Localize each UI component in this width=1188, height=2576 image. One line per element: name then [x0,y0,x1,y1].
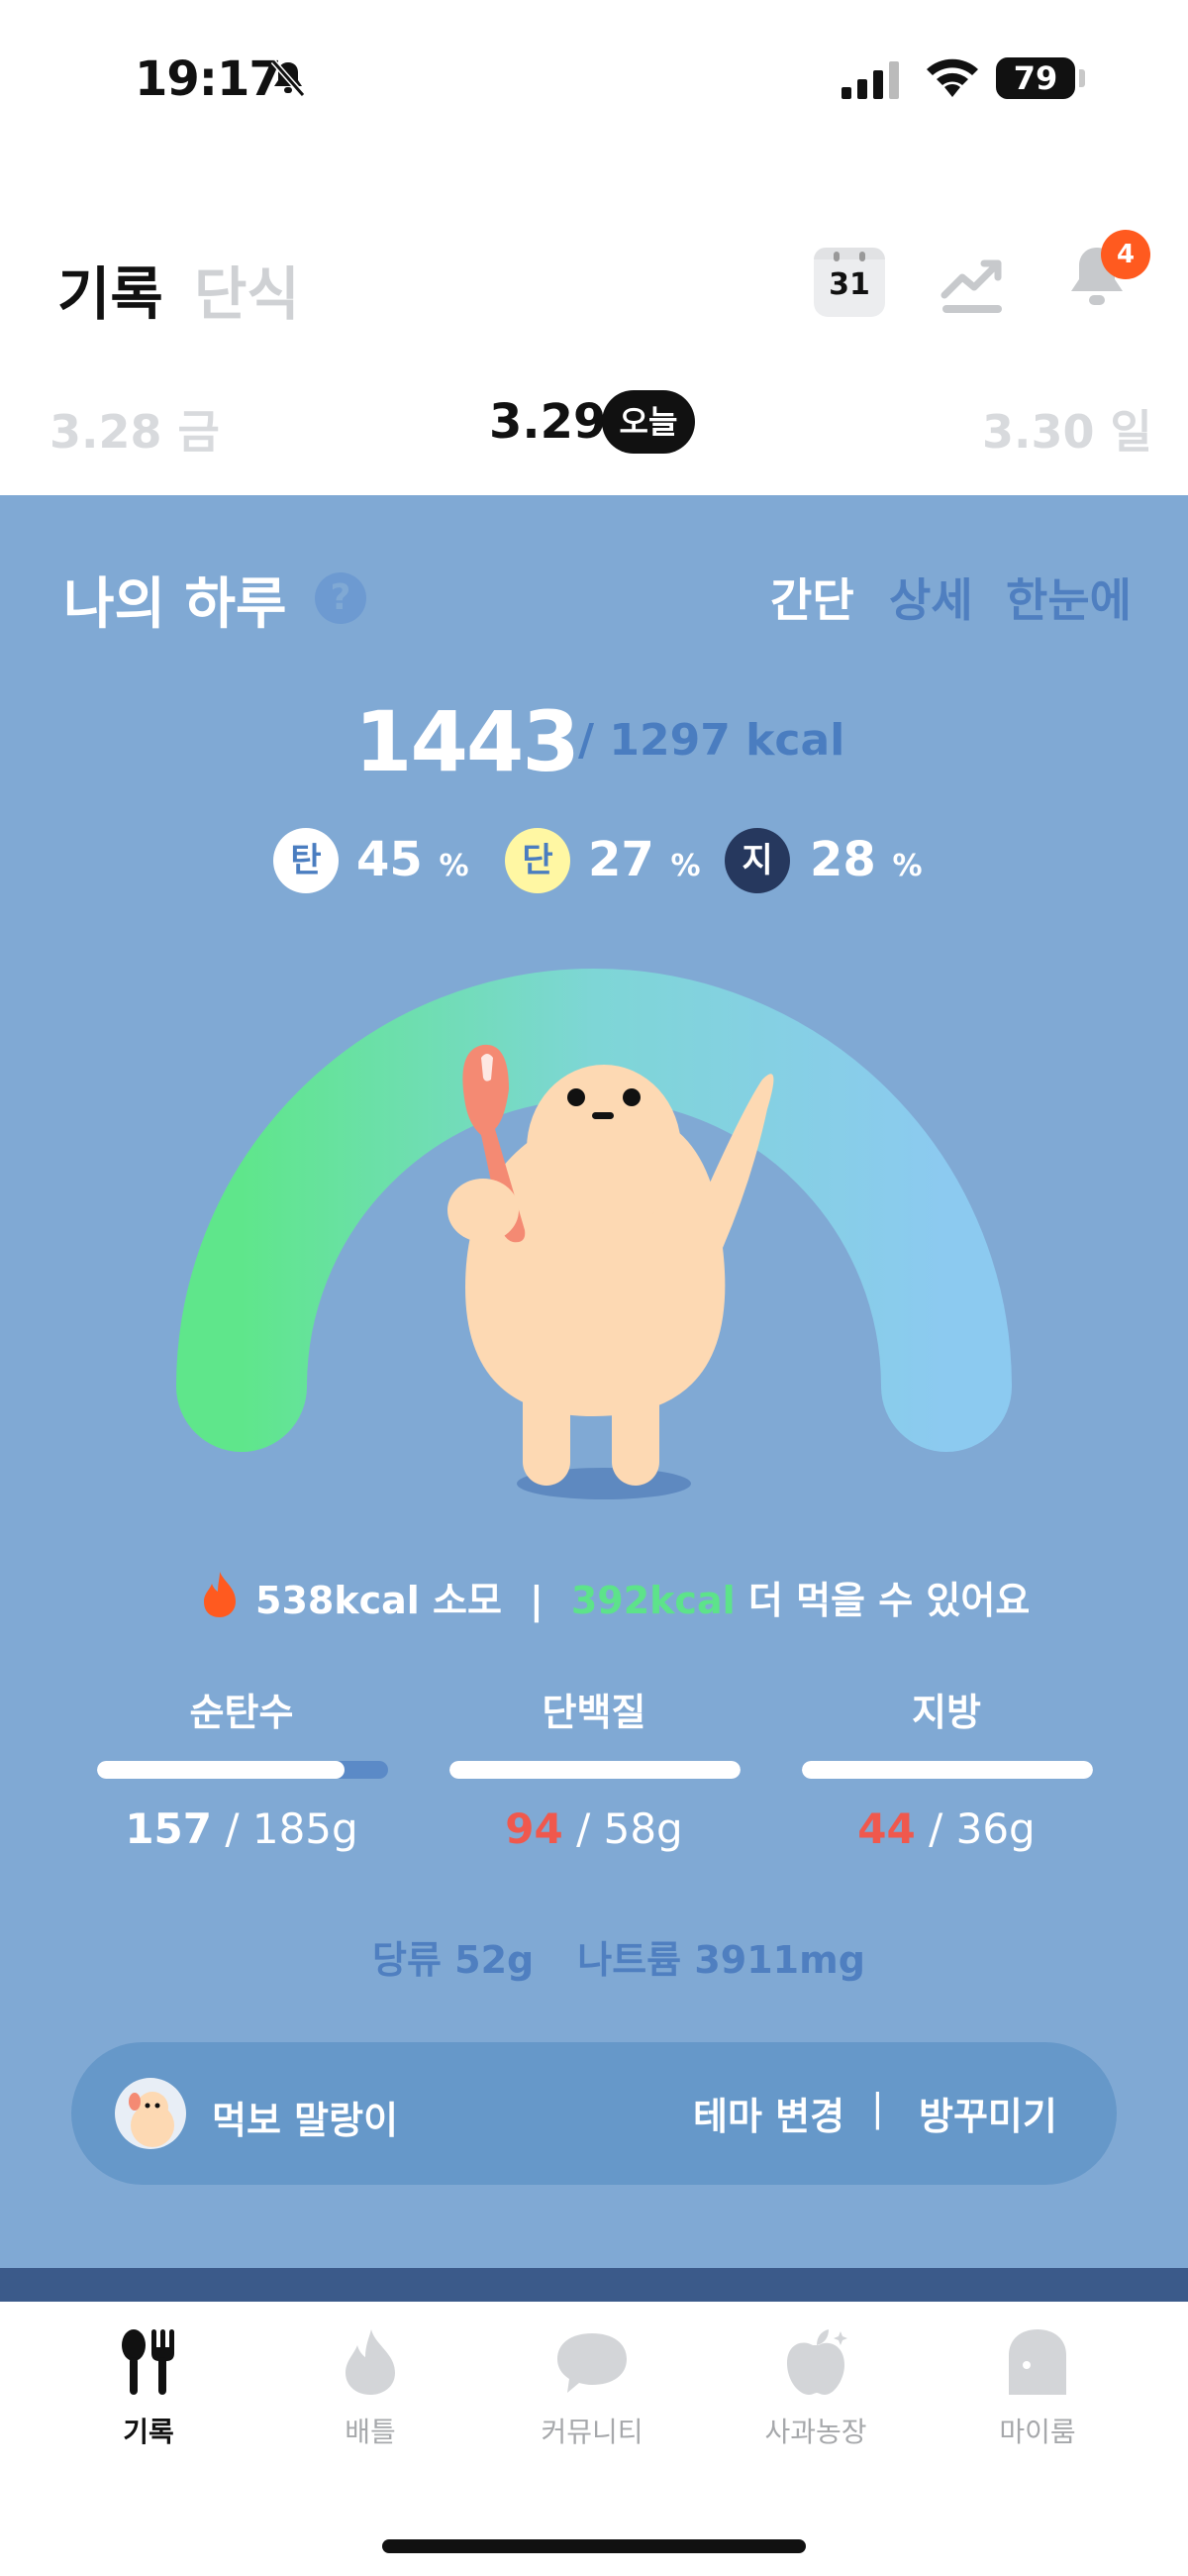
card-bottom-border [0,2268,1188,2302]
status-bar: 19:17 79 [0,0,1188,158]
help-icon[interactable]: ? [315,572,366,624]
theme-separator: | [871,2086,884,2129]
view-glance-tab[interactable]: 한눈에 [1006,565,1132,630]
sugar-value: 당류 52g [372,1938,535,1982]
battery-tip [1079,69,1085,87]
nutrient-fat-fill [802,1761,1093,1779]
utensils-icon [122,2329,174,2395]
fat-percent: 28 % [810,832,923,887]
kcal-eaten: 1443 [354,693,580,790]
tab-record[interactable]: 기록 [57,248,163,331]
nutrient-protein-fill [449,1761,741,1779]
burn-value: 538kcal [255,1579,420,1622]
remain-kcal: 392kcal [570,1579,736,1622]
flame-icon [346,2329,395,2395]
protein-badge: 단 [505,828,570,893]
apple-icon [787,2329,847,2395]
nav-my-room[interactable]: 마이룸 [939,2327,1137,2450]
nav-battle-label: 배틀 [345,2416,396,2448]
room-decorate-button[interactable]: 방꾸미기 [919,2086,1057,2140]
fat-badge: 지 [725,828,790,893]
nutrient-protein-label: 단백질 [542,1691,646,1734]
nav-apple-farm-label: 사과농장 [764,2416,867,2448]
trend-chart-icon[interactable] [940,250,1006,315]
view-detail-tab[interactable]: 상세 [889,565,973,630]
chat-bubble-icon [557,2333,627,2393]
calendar-icon [814,248,885,259]
nutrient-carb-fill [97,1761,345,1779]
extra-nutrients: 당류 52g 나트륨 3911mg [372,1929,865,1984]
flame-icon [204,1572,236,1617]
calorie-gauge [176,969,1012,1499]
calendar-day: 31 [829,267,870,302]
notification-count-badge: 4 [1101,230,1150,279]
nutrient-fat-label: 지방 [912,1691,981,1734]
summary-title: 나의 하루 [63,572,287,637]
nav-apple-farm[interactable]: 사과농장 [717,2327,915,2450]
nutrient-carb-value: 157 / 185g [125,1804,358,1853]
calendar-button[interactable]: 31 [814,248,885,317]
date-prev[interactable]: 3.28 금 [50,396,220,462]
bell-off-icon [270,59,306,97]
view-simple-tab[interactable]: 간단 [770,565,854,630]
nav-community-label: 커뮤니티 [541,2416,644,2448]
status-time: 19:17 [135,52,282,107]
date-next[interactable]: 3.30 일 [982,396,1152,462]
home-indicator [382,2539,806,2553]
nutrient-carb-bar [97,1761,388,1779]
carb-percent: 45 % [356,832,469,887]
theme-change-button[interactable]: 테마 변경 [693,2086,844,2140]
date-current: 3.29 [489,394,607,450]
today-badge: 오늘 [602,390,695,454]
nutrient-fat-bar [802,1761,1093,1779]
theme-name: 먹보 말랑이 [212,2099,399,2142]
nutrient-protein-value: 94 / 58g [505,1804,683,1853]
mascot-avatar-icon [129,2092,174,2147]
nutrient-carb-label: 순탄수 [189,1691,294,1734]
sodium-value: 나트륨 3911mg [577,1938,865,1982]
nav-record[interactable]: 기록 [50,2327,248,2450]
tab-fasting[interactable]: 단식 [194,248,300,331]
nutrient-protein-bar [449,1761,741,1779]
carb-badge: 탄 [273,828,339,893]
calorie-burn-row: 538kcal 소모 | 392kcal 더 먹을 수 있어요 [198,1570,1030,1624]
nav-battle[interactable]: 배틀 [271,2327,469,2450]
burn-label: 소모 [433,1579,502,1622]
remain-label: 더 먹을 수 있어요 [747,1579,1031,1622]
avatar [115,2078,186,2149]
nutrient-fat-value: 44 / 36g [857,1804,1036,1853]
battery-indicator: 79 [996,57,1075,99]
nav-record-label: 기록 [123,2416,174,2448]
protein-percent: 27 % [588,832,701,887]
nav-my-room-label: 마이룸 [999,2416,1076,2448]
nav-community[interactable]: 커뮤니티 [493,2327,691,2450]
door-icon [1009,2329,1066,2395]
kcal-goal: / 1297 kcal [578,715,845,766]
signal-icon [842,61,899,99]
wifi-icon [927,58,978,97]
